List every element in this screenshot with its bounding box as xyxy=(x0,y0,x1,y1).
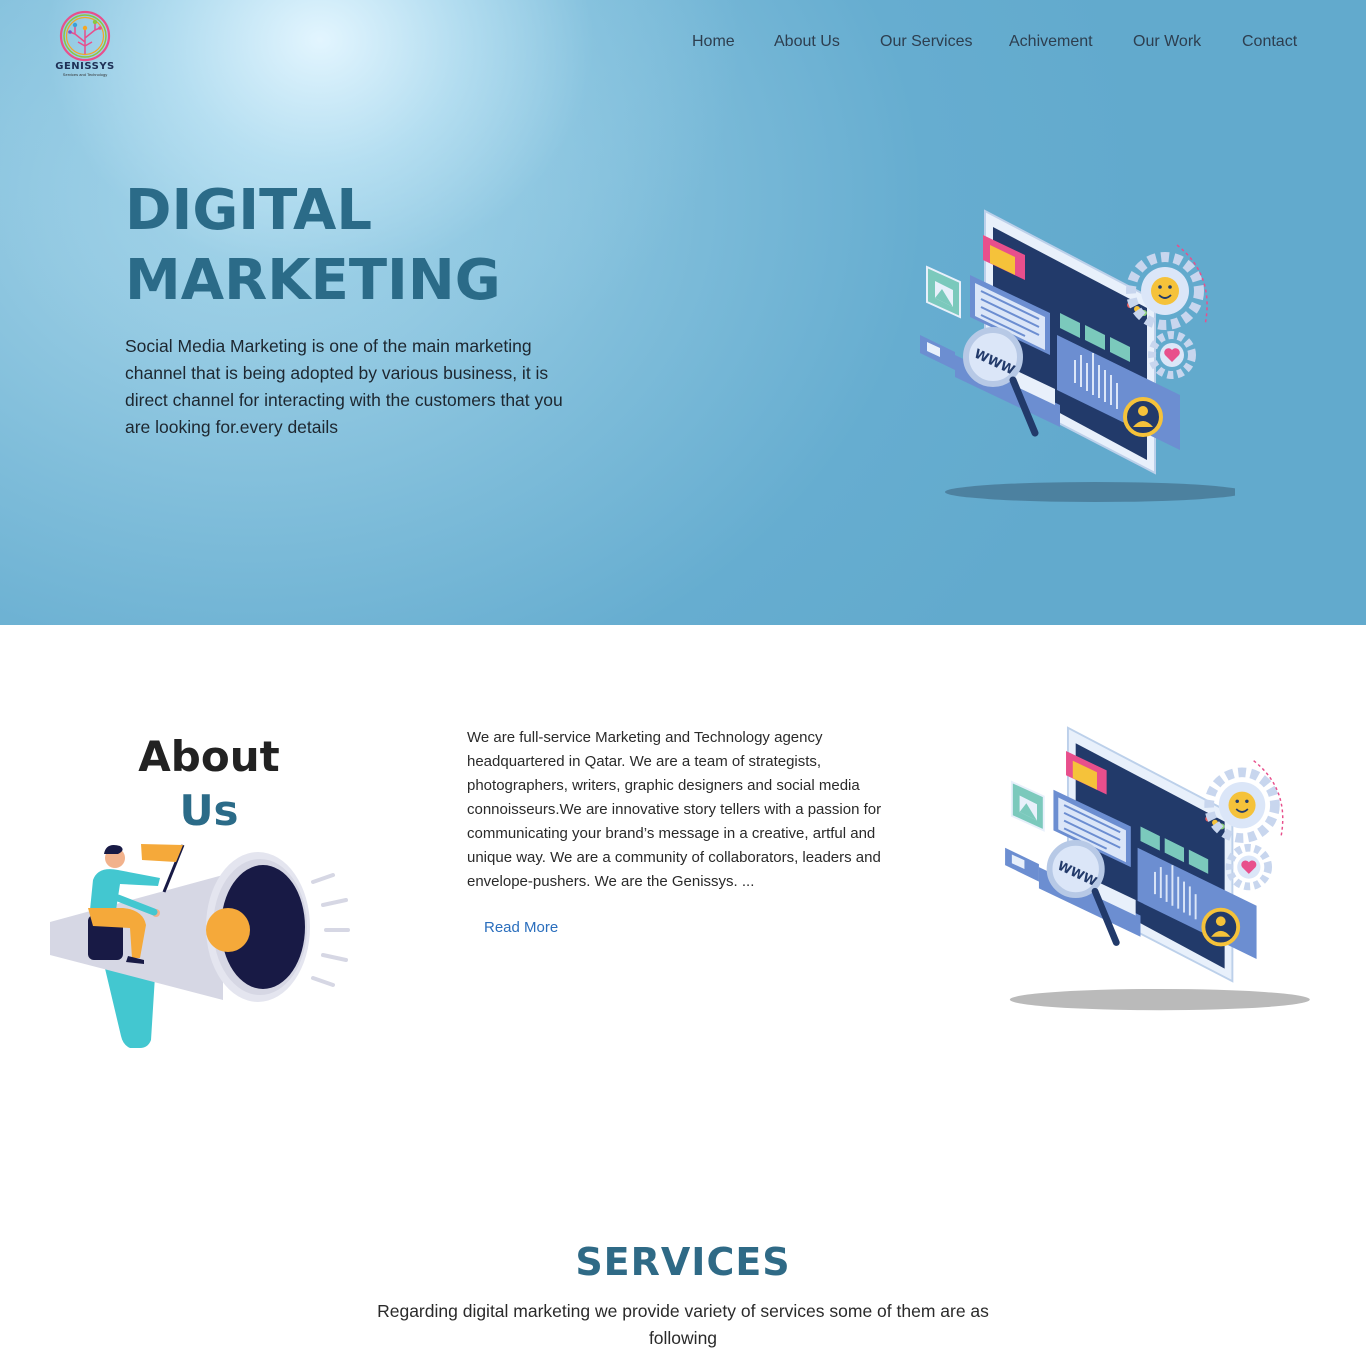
digital-marketing-illustration: WWW xyxy=(920,209,1235,502)
hero-title-line1: DIGITAL xyxy=(125,178,372,243)
heart-gear-icon xyxy=(1148,331,1196,379)
about-gear-icon xyxy=(1204,767,1280,843)
nav-home[interactable]: Home xyxy=(692,33,735,55)
nav-about-us[interactable]: About Us xyxy=(774,33,840,55)
services-description: Regarding digital marketing we provide v… xyxy=(377,1301,989,1348)
hero-title: DIGITAL MARKETING xyxy=(125,176,501,316)
services-title: SERVICES xyxy=(575,1240,791,1284)
about-heart-gear-icon xyxy=(1225,843,1273,891)
about-title: About Us xyxy=(108,730,310,838)
hero-title-line2: MARKETING xyxy=(125,248,501,313)
megaphone-illustration xyxy=(50,844,350,1048)
nav-our-services[interactable]: Our Services xyxy=(880,33,972,55)
about-text: We are full-service Marketing and Techno… xyxy=(467,729,882,890)
nav-achivement[interactable]: Achivement xyxy=(1009,33,1093,55)
about-digital-illustration: WWW xyxy=(1005,726,1310,1011)
logo-tagline: Services and Technology xyxy=(62,72,108,77)
about-title-line2: Us xyxy=(179,786,239,835)
read-more-link[interactable]: Read More xyxy=(484,919,558,936)
logo-wordmark: GENISSYS xyxy=(55,61,115,72)
gear-icon xyxy=(1126,252,1204,330)
nav-our-work[interactable]: Our Work xyxy=(1133,33,1201,55)
about-title-line1: About xyxy=(138,732,280,781)
hero-description: Social Media Marketing is one of the mai… xyxy=(125,336,563,437)
nav-contact[interactable]: Contact xyxy=(1242,33,1297,55)
hero-section: GENISSYS Services and Technology Home Ab… xyxy=(0,0,1366,625)
